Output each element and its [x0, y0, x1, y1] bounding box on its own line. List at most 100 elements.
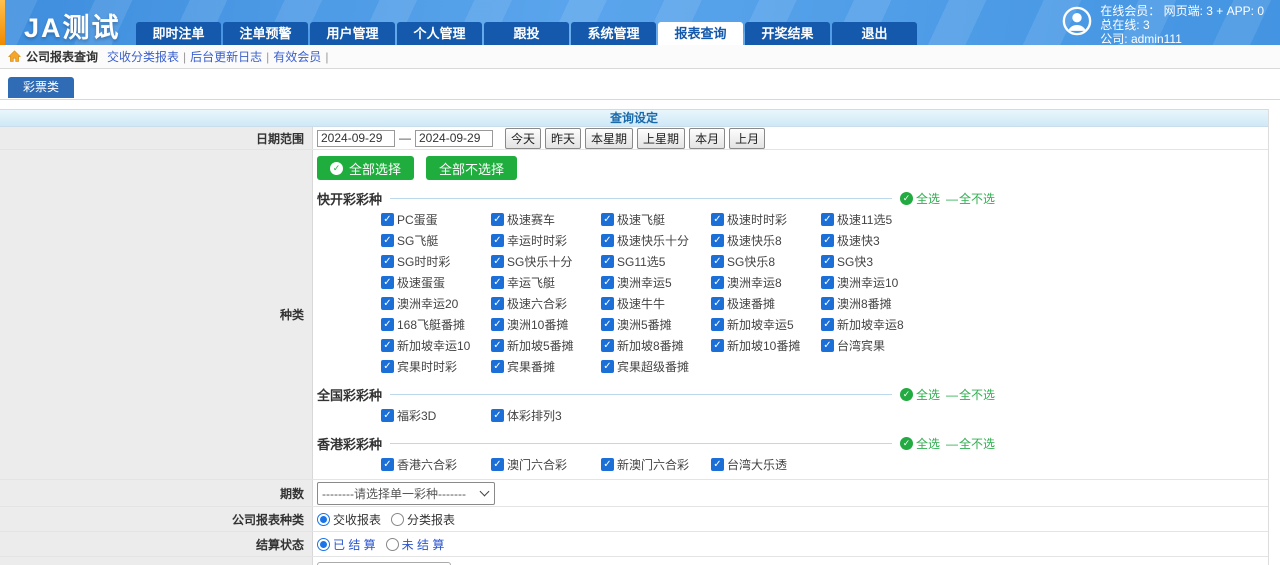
lottery-option-label: 极速蛋蛋: [397, 274, 445, 291]
panel-title: 查询设定: [0, 109, 1268, 127]
date-shortcut-button-4[interactable]: 本月: [689, 128, 725, 149]
deselect-all-button[interactable]: 全部不选择: [426, 156, 517, 180]
lottery-option[interactable]: ✓新加坡幸运10: [381, 339, 491, 352]
check-circle-icon: ✓: [900, 437, 913, 450]
lottery-option-label: 宾果番摊: [507, 358, 555, 375]
start-date-input[interactable]: [317, 130, 395, 147]
lottery-option[interactable]: ✓极速11选5: [821, 213, 931, 226]
radio-icon: [386, 538, 399, 551]
date-shortcut-button-5[interactable]: 上月: [729, 128, 765, 149]
lottery-option[interactable]: ✓福彩3D: [381, 409, 491, 422]
deselect-all-link[interactable]: 全不选: [959, 190, 995, 207]
lottery-option[interactable]: ✓极速牛牛: [601, 297, 711, 310]
lottery-option[interactable]: ✓极速飞艇: [601, 213, 711, 226]
nav-tab-4[interactable]: 跟投: [484, 22, 569, 45]
deselect-all-link[interactable]: 全不选: [959, 435, 995, 452]
lottery-option[interactable]: ✓幸运飞艇: [491, 276, 601, 289]
nav-tab-1[interactable]: 注单预警: [223, 22, 308, 45]
lottery-option[interactable]: ✓体彩排列3: [491, 409, 601, 422]
nav-tab-3[interactable]: 个人管理: [397, 22, 482, 45]
breadcrumb-link-2[interactable]: 有效会员: [273, 50, 321, 64]
lottery-option[interactable]: ✓极速六合彩: [491, 297, 601, 310]
report-type-option-0[interactable]: 交收报表: [317, 511, 381, 528]
lottery-option[interactable]: ✓澳门六合彩: [491, 458, 601, 471]
nav-tab-0[interactable]: 即时注单: [136, 22, 221, 45]
nav-tab-8[interactable]: 退出: [832, 22, 917, 45]
lottery-option[interactable]: ✓台湾大乐透: [711, 458, 821, 471]
select-all-button[interactable]: ✓ 全部选择: [317, 156, 414, 180]
settle-status-option-1[interactable]: 未 结 算: [386, 536, 445, 553]
lottery-option-label: 极速快3: [837, 232, 880, 249]
lottery-option[interactable]: ✓新加坡8番摊: [601, 339, 711, 352]
lottery-option[interactable]: ✓SG快3: [821, 255, 931, 268]
deselect-all-link[interactable]: 全不选: [959, 386, 995, 403]
period-select[interactable]: --------请选择单一彩种-------: [317, 482, 495, 505]
lottery-option[interactable]: ✓极速时时彩: [711, 213, 821, 226]
tab-lottery-category[interactable]: 彩票类: [8, 77, 74, 98]
lottery-option[interactable]: ✓极速快乐8: [711, 234, 821, 247]
lottery-option[interactable]: ✓SG11选5: [601, 255, 711, 268]
lottery-option[interactable]: ✓台湾宾果: [821, 339, 931, 352]
date-shortcut-button-1[interactable]: 昨天: [545, 128, 581, 149]
lottery-option[interactable]: ✓极速快乐十分: [601, 234, 711, 247]
select-all-link[interactable]: 全选: [916, 386, 940, 403]
end-date-input[interactable]: [415, 130, 493, 147]
lottery-option[interactable]: ✓新加坡10番摊: [711, 339, 821, 352]
date-shortcut-button-0[interactable]: 今天: [505, 128, 541, 149]
checkbox-checked-icon: ✓: [381, 255, 394, 268]
lottery-option-label: 极速赛车: [507, 211, 555, 228]
breadcrumb-separator: |: [325, 50, 328, 64]
lottery-option[interactable]: ✓澳洲8番摊: [821, 297, 931, 310]
lottery-option[interactable]: ✓极速赛车: [491, 213, 601, 226]
lottery-option[interactable]: ✓宾果超级番摊: [601, 360, 711, 373]
nav-tab-7[interactable]: 开奖结果: [745, 22, 830, 45]
lottery-option[interactable]: ✓PC蛋蛋: [381, 213, 491, 226]
nav-tab-6[interactable]: 报表查询: [658, 22, 743, 45]
lottery-option[interactable]: ✓澳洲10番摊: [491, 318, 601, 331]
checkbox-checked-icon: ✓: [601, 360, 614, 373]
nav-tab-2[interactable]: 用户管理: [310, 22, 395, 45]
lottery-option-label: 极速飞艇: [617, 211, 665, 228]
lottery-option[interactable]: ✓新加坡幸运8: [821, 318, 931, 331]
lottery-option[interactable]: ✓宾果时时彩: [381, 360, 491, 373]
lottery-option[interactable]: ✓澳洲幸运20: [381, 297, 491, 310]
lottery-option-label: 新加坡5番摊: [507, 337, 574, 354]
checkbox-checked-icon: ✓: [821, 234, 834, 247]
lottery-option[interactable]: ✓澳洲5番摊: [601, 318, 711, 331]
date-separator: —: [399, 131, 411, 145]
lottery-option[interactable]: ✓168飞艇番摊: [381, 318, 491, 331]
tabstrip: 彩票类: [0, 69, 1280, 100]
nav-tab-5[interactable]: 系统管理: [571, 22, 656, 45]
lottery-option[interactable]: ✓SG飞艇: [381, 234, 491, 247]
lottery-option[interactable]: ✓澳洲幸运5: [601, 276, 711, 289]
settle-status-option-0[interactable]: 已 结 算: [317, 536, 376, 553]
main-nav: 即时注单注单预警用户管理个人管理跟投系统管理报表查询开奖结果退出: [136, 22, 917, 45]
date-shortcut-button-2[interactable]: 本星期: [585, 128, 633, 149]
lottery-option[interactable]: ✓新澳门六合彩: [601, 458, 711, 471]
lottery-option[interactable]: ✓SG时时彩: [381, 255, 491, 268]
lottery-option-label: 台湾大乐透: [727, 456, 787, 473]
lottery-option[interactable]: ✓香港六合彩: [381, 458, 491, 471]
report-type-option-1[interactable]: 分类报表: [391, 511, 455, 528]
select-all-link[interactable]: 全选: [916, 190, 940, 207]
lottery-option[interactable]: ✓幸运时时彩: [491, 234, 601, 247]
lottery-option[interactable]: ✓新加坡幸运5: [711, 318, 821, 331]
lottery-option[interactable]: ✓SG快乐8: [711, 255, 821, 268]
date-shortcut-button-3[interactable]: 上星期: [637, 128, 685, 149]
bulk-buttons: ✓ 全部选择 全部不选择: [317, 156, 1268, 180]
lottery-option[interactable]: ✓极速番摊: [711, 297, 821, 310]
checkbox-checked-icon: ✓: [711, 458, 724, 471]
lottery-option[interactable]: ✓极速快3: [821, 234, 931, 247]
breadcrumb-link-1[interactable]: 后台更新日志: [190, 50, 262, 64]
lottery-option[interactable]: ✓SG快乐十分: [491, 255, 601, 268]
lottery-option[interactable]: ✓宾果番摊: [491, 360, 601, 373]
lottery-option[interactable]: ✓澳洲幸运8: [711, 276, 821, 289]
lottery-option[interactable]: ✓极速蛋蛋: [381, 276, 491, 289]
section-header: 香港彩彩种✓全选—全不选: [317, 435, 995, 452]
select-all-link[interactable]: 全选: [916, 435, 940, 452]
home-icon[interactable]: [8, 50, 21, 63]
lottery-option-label: 宾果时时彩: [397, 358, 457, 375]
lottery-option[interactable]: ✓澳洲幸运10: [821, 276, 931, 289]
lottery-option[interactable]: ✓新加坡5番摊: [491, 339, 601, 352]
breadcrumb-link-0[interactable]: 交收分类报表: [107, 50, 179, 64]
